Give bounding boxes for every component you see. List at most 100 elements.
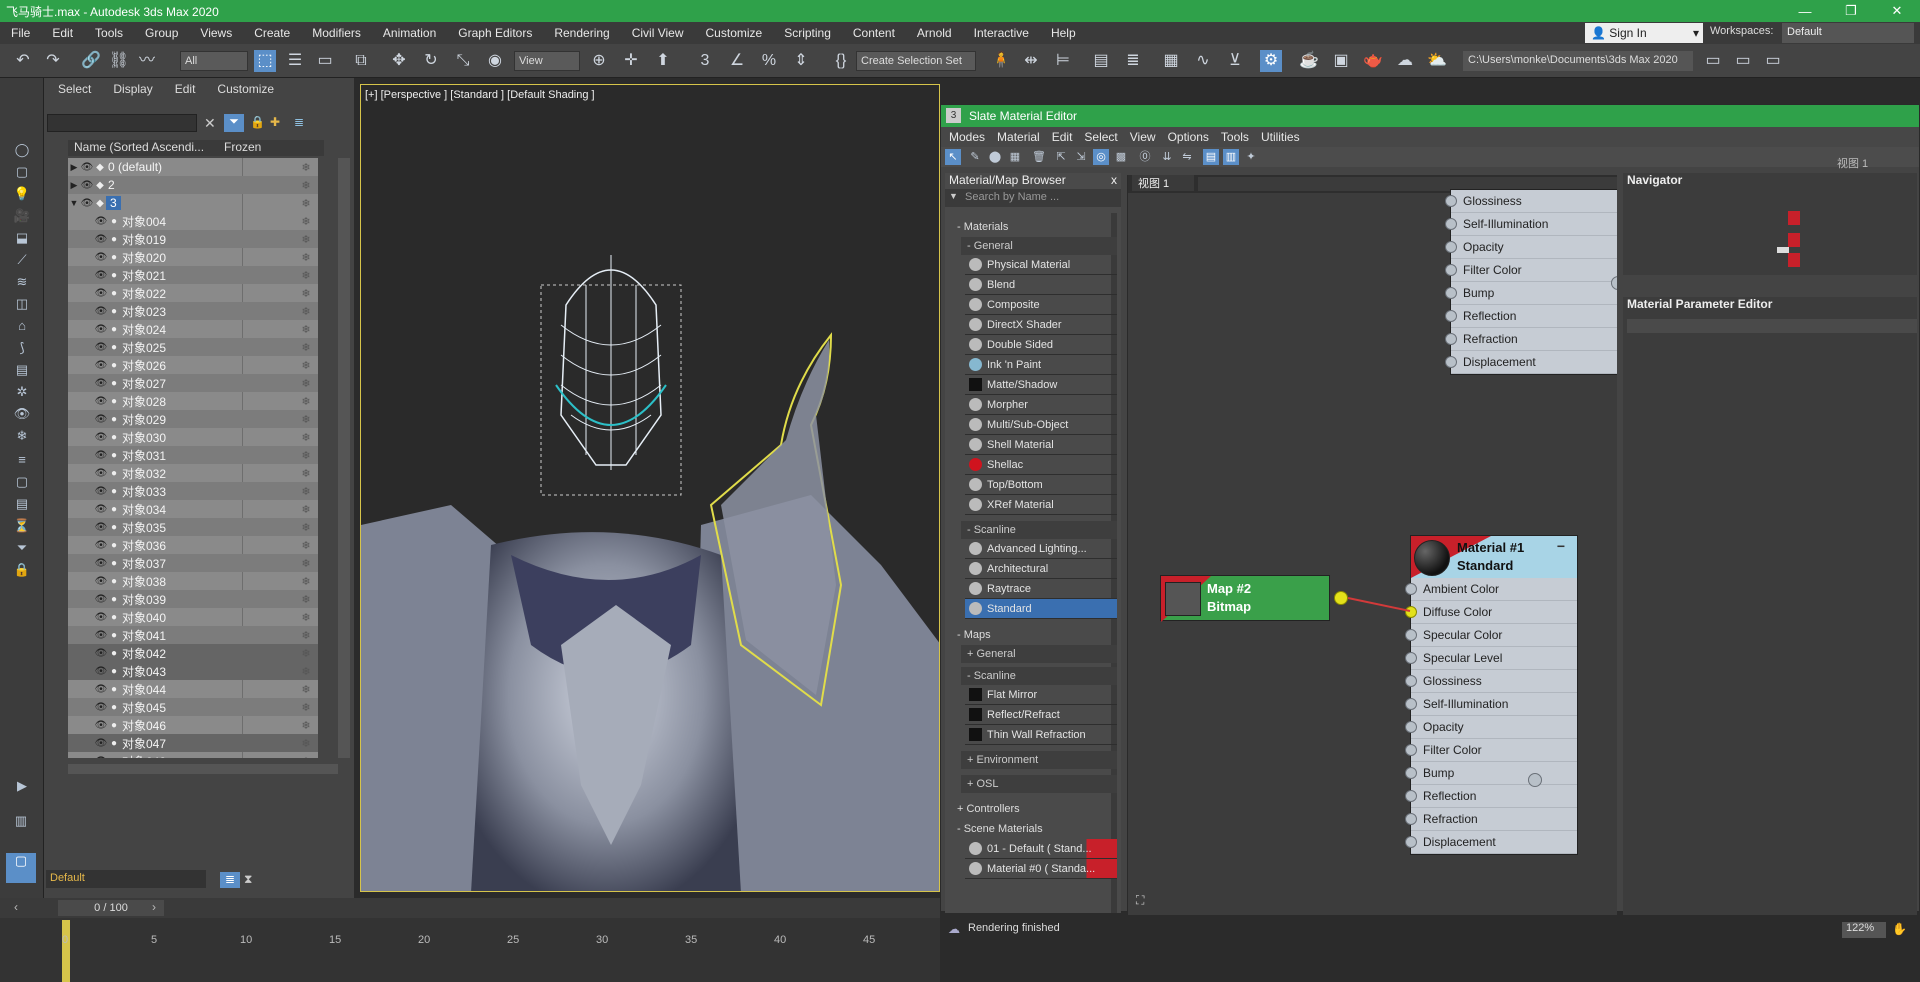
time-slider[interactable]: ‹ 0 / 100 › [0,898,940,918]
eye-icon[interactable]: 👁 [94,252,108,263]
object-row[interactable]: 👁 ● 对象037 ❄ [68,554,318,572]
sign-in-dropdown[interactable]: 👤 Sign In ▾ [1585,23,1703,43]
browser-item[interactable]: Shellac [965,455,1117,475]
shape-icon[interactable]: ⟋ [13,252,31,268]
render-iterative-icon[interactable]: ☁ [1394,50,1416,72]
xref-icon[interactable]: ⌂ [13,318,31,334]
object-row[interactable]: 👁 ● 对象004 ❄ [68,212,318,230]
slate-menu-utilities[interactable]: Utilities [1261,130,1300,144]
object-row[interactable]: 👁 ● 对象042 ❄ [68,644,318,662]
frozen-icon[interactable]: ❄ [294,449,318,462]
layer-manager-icon[interactable]: ≣ [220,872,240,888]
zoom-level[interactable]: 122% [1842,922,1886,938]
named-selection-dropdown[interactable]: Create Selection Set [856,51,976,71]
object-row[interactable]: 👁 ● 对象043 ❄ [68,662,318,680]
browser-item[interactable]: 01 - Default ( Stand... [965,839,1117,859]
sheet-icon[interactable]: ▢ [13,474,31,490]
object-row[interactable]: 👁 ● 对象035 ❄ [68,518,318,536]
node-view[interactable]: 视图 1 Glossiness Self-Illumination Opacity F… [1127,175,1617,915]
select-by-name-icon[interactable]: ☰ [284,50,306,72]
space-warp-icon[interactable]: ≋ [13,274,31,290]
project-folder-icon[interactable]: ▭ [1702,50,1724,72]
object-row[interactable]: 👁 ● 对象031 ❄ [68,446,318,464]
prev-frame-icon[interactable]: ‹ [14,900,18,914]
next-frame-icon[interactable]: › [152,900,156,914]
set-project-icon[interactable]: ▭ [1732,50,1754,72]
move-children-icon[interactable]: ⇱ [1053,149,1069,165]
object-row[interactable]: 👁 ● 对象036 ❄ [68,536,318,554]
group-scanline[interactable]: - Scanline [961,521,1117,539]
layer-explorer-icon[interactable]: ≣ [1122,50,1144,72]
explorer-vertical-scrollbar[interactable] [338,158,350,758]
menu-animation[interactable]: Animation [372,22,447,44]
object-row[interactable]: 👁 ● 对象019 ❄ [68,230,318,248]
scale-icon[interactable]: ⤡ [452,50,474,72]
frozen-icon[interactable]: ❄ [294,251,318,264]
workspace-dropdown[interactable]: Default [1782,23,1914,43]
place-icon[interactable]: ◉ [484,50,506,72]
menu-create[interactable]: Create [243,22,301,44]
eye-icon[interactable]: 👁 [94,612,108,623]
object-row[interactable]: 👁 ● 对象045 ❄ [68,698,318,716]
play-icon[interactable]: ▶ [13,778,31,794]
explorer-horizontal-scrollbar[interactable] [68,764,338,774]
link-icon[interactable]: 🔗 [80,50,102,72]
category-materials[interactable]: - Materials [951,217,1117,237]
move-icon[interactable]: ✥ [388,50,410,72]
frozen-icon[interactable]: ❄ [294,557,318,570]
frozen-icon[interactable]: ❄ [294,323,318,336]
eye-icon[interactable]: 👁 [94,666,108,677]
pivot-center-icon[interactable]: ⊕ [588,50,610,72]
select-manipulate-icon[interactable]: ✛ [620,50,642,72]
browser-item[interactable]: Morpher [965,395,1117,415]
menu-content[interactable]: Content [842,22,906,44]
maximize-viewport-icon[interactable]: ▢ [6,853,36,883]
frozen-icon[interactable]: ❄ [294,539,318,552]
frozen-icon[interactable]: ❄ [294,701,318,714]
percent-snap-icon[interactable]: % [758,50,780,72]
track-bar[interactable] [0,918,940,982]
hidden-icon[interactable]: 👁 [13,406,31,422]
frozen-icon[interactable]: ❄ [294,233,318,246]
current-layer-dropdown[interactable]: Default [46,870,206,888]
container-icon[interactable]: ▤ [13,362,31,378]
frozen-icon[interactable]: ❄ [294,359,318,372]
explorer-menu-customize[interactable]: Customize [217,82,274,96]
menu-rendering[interactable]: Rendering [543,22,620,44]
eye-icon[interactable]: 👁 [94,486,108,497]
slate-menu-view[interactable]: View [1130,130,1156,144]
menu-arnold[interactable]: Arnold [906,22,963,44]
frozen-icon[interactable]: ❄ [294,611,318,624]
browser-item[interactable]: DirectX Shader [965,315,1117,335]
expand-arrow-icon[interactable]: ▶ [68,162,80,173]
viewport-layout-icon[interactable]: ▥ [6,813,36,843]
show-map-icon[interactable]: ▦ [1007,149,1023,165]
browser-item[interactable]: Standard [965,599,1117,619]
isolate-icon[interactable]: 🧍 [990,50,1012,72]
frozen-icon[interactable]: ❄ [294,395,318,408]
rendered-frame-icon[interactable]: ▣ [1330,50,1352,72]
perspective-viewport[interactable]: [+] [Perspective ] [Standard ] [Default … [360,84,940,892]
rotate-icon[interactable]: ↻ [420,50,442,72]
light-icon[interactable]: 💡 [13,186,31,202]
object-row[interactable]: 👁 ● 对象032 ❄ [68,464,318,482]
lock-icon[interactable]: 🔒 [250,115,265,129]
bind-space-warp-icon[interactable]: 〰 [136,50,158,72]
browser-item[interactable]: Blend [965,275,1117,295]
display-mode-icon[interactable]: ▢ [13,164,31,180]
menu-group[interactable]: Group [134,22,189,44]
frozen-icon[interactable]: ❄ [294,755,318,759]
frozen-icon[interactable]: ❄ [294,179,318,192]
explorer-menu-display[interactable]: Display [113,82,152,96]
eye-icon[interactable]: 👁 [94,702,108,713]
sort-icon[interactable]: ⏳ [13,518,31,534]
menu-graph-editors[interactable]: Graph Editors [447,22,543,44]
object-row[interactable]: 👁 ● 对象026 ❄ [68,356,318,374]
collapse-arrow-icon[interactable]: ▼ [68,198,80,208]
show-shaded-icon[interactable]: ◎ [1093,149,1109,165]
eye-icon[interactable]: 👁 [94,450,108,461]
eye-icon[interactable]: 👁 [94,720,108,731]
eye-icon[interactable]: 👁 [94,342,108,353]
object-row[interactable]: 👁 ● 对象044 ❄ [68,680,318,698]
browser-item[interactable]: Shell Material [965,435,1117,455]
